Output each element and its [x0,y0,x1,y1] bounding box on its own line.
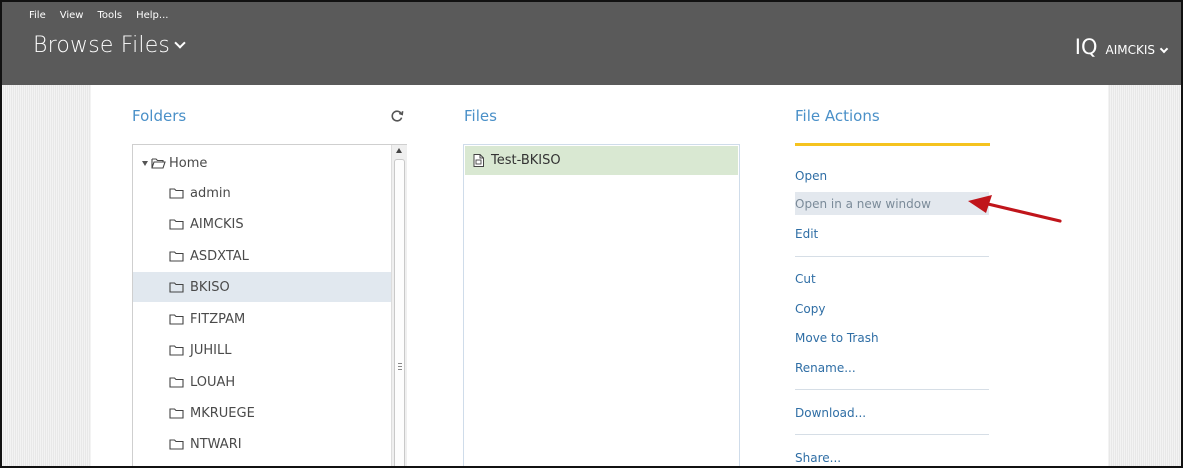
folder-scrollbar[interactable] [391,145,407,466]
file-actions-accent-bar [795,143,990,146]
folder-label: ASDXTAL [190,248,249,264]
folder-label: admin [190,185,231,201]
action-edit[interactable]: Edit [795,222,989,245]
expand-caret-icon[interactable] [142,160,148,166]
action-label: Move to Trash [795,330,879,345]
action-label: Share... [795,450,842,465]
action-label: Rename... [795,360,856,375]
scroll-up-arrow-icon[interactable] [396,148,402,153]
folder-label: MKRUEGE [190,405,255,421]
file-item-selected[interactable]: Test-BKISO [465,146,738,175]
action-share[interactable]: Share... [795,446,989,466]
folder-label: Home [169,155,208,171]
action-label: Edit [795,226,819,241]
action-label: Open in a new window [795,196,931,211]
user-menu[interactable]: AIMCKIS [1105,43,1169,57]
annotation-arrow [968,195,1062,223]
folder-item[interactable]: admin [133,178,393,208]
action-open-new-window[interactable]: Open in a new window [795,192,989,215]
top-bar: File View Tools Help... Browse Files IQ … [2,2,1181,85]
chevron-down-icon [1159,44,1169,53]
folder-icon [169,250,184,262]
action-rename[interactable]: Rename... [795,356,989,379]
action-label: Download... [795,405,867,420]
menu-tools[interactable]: Tools [97,10,122,21]
scroll-thumb[interactable] [394,159,405,466]
folder-item[interactable]: LOUAH [133,367,393,397]
folder-item[interactable]: JUHILL [133,335,393,365]
action-open[interactable]: Open [795,164,989,187]
app-window: File View Tools Help... Browse Files IQ … [0,0,1183,468]
menu-help[interactable]: Help... [136,10,168,21]
folders-heading: Folders [132,107,187,125]
open-folder-icon [151,157,166,169]
folder-item-partial[interactable] [133,461,393,466]
action-label: Copy [795,301,826,316]
folder-home[interactable]: Home [133,148,393,178]
folder-label: FITZPAM [190,311,246,327]
action-label: Open [795,168,828,183]
folder-label: NTWARI [190,436,242,452]
folder-icon [169,376,184,388]
folder-item[interactable]: NTWARI [133,429,393,459]
folder-label: JUHILL [190,342,232,358]
menu-file[interactable]: File [29,10,46,21]
perspective-switcher[interactable]: Browse Files [33,33,186,58]
folder-label: AIMCKIS [190,216,244,232]
folder-icon [169,218,184,230]
file-list: Test-BKISO [463,144,740,466]
action-cut[interactable]: Cut [795,267,989,290]
divider [795,256,989,257]
folder-item[interactable]: FITZPAM [133,304,393,334]
menu-view[interactable]: View [60,10,84,21]
user-area: IQ AIMCKIS [1074,35,1169,59]
grip-icon [398,363,402,370]
menu-bar: File View Tools Help... [29,10,168,21]
folder-item[interactable]: AIMCKIS [133,209,393,239]
action-label: Cut [795,271,816,286]
folder-icon [169,281,184,293]
action-move-to-trash[interactable]: Move to Trash [795,326,989,349]
folder-icon [169,407,184,419]
page-title: Browse Files [33,33,171,58]
folder-item[interactable]: ASDXTAL [133,241,393,271]
chevron-down-icon [174,36,186,49]
folder-icon [169,438,184,450]
folder-tree: Home admin AIMCKIS ASDXTAL BKISO FITZPAM [132,144,407,466]
folder-icon [169,313,184,325]
file-name: Test-BKISO [491,153,561,168]
divider [795,434,989,435]
browse-content: Folders Files File Actions Home admin AI… [2,85,1181,466]
folder-label: BKISO [190,279,230,295]
action-copy[interactable]: Copy [795,297,989,320]
refresh-icon[interactable] [390,109,404,123]
action-download[interactable]: Download... [795,401,989,424]
files-heading: Files [464,107,497,125]
folder-label: LOUAH [190,374,236,390]
folder-icon [169,187,184,199]
right-margin [1108,85,1181,466]
folder-item-selected[interactable]: BKISO [133,272,393,302]
file-icon [473,154,484,167]
left-margin [2,85,91,466]
iq-logo: IQ [1074,35,1098,59]
divider [795,389,989,390]
file-actions-heading: File Actions [795,107,880,125]
folder-item[interactable]: MKRUEGE [133,398,393,428]
folder-icon [169,344,184,356]
user-name: AIMCKIS [1105,43,1155,57]
